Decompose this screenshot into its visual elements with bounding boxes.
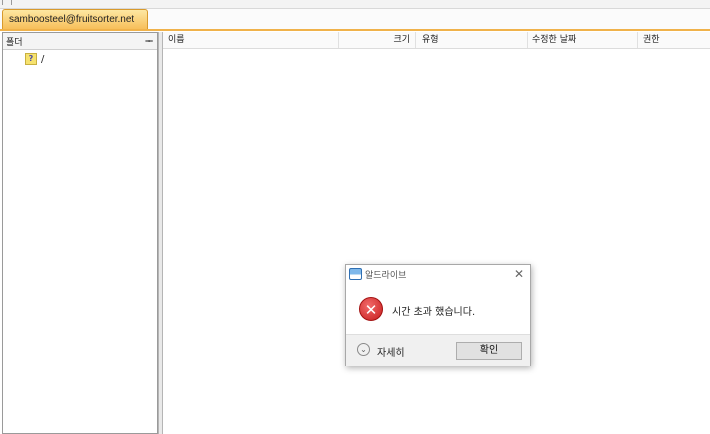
- chevron-down-icon[interactable]: ⌄: [357, 343, 370, 356]
- file-list-header: 이름 크기 유형 수정한 날짜 권한: [163, 32, 710, 49]
- window-top-strip: [0, 0, 710, 9]
- tab-account[interactable]: samboosteel@fruitsorter.net: [2, 9, 148, 29]
- dialog-message: 시간 초과 했습니다.: [392, 307, 476, 318]
- column-header-type[interactable]: 유형: [415, 32, 527, 48]
- tree-item-root[interactable]: ? /: [25, 52, 44, 66]
- column-header-permission[interactable]: 권한: [637, 32, 710, 48]
- column-header-modified[interactable]: 수정한 날짜: [527, 32, 637, 48]
- close-icon[interactable]: ✕: [514, 267, 524, 281]
- error-dialog: 알드라이브 ✕ ✕ 시간 초과 했습니다. ⌄ 자세히 확인: [345, 264, 531, 366]
- app-icon: [349, 268, 362, 280]
- dialog-footer: ⌄ 자세히 확인: [346, 334, 530, 366]
- unknown-folder-icon: ?: [25, 53, 37, 65]
- details-toggle[interactable]: 자세히: [377, 344, 405, 359]
- column-header-size[interactable]: 크기: [338, 32, 415, 48]
- pin-icon[interactable]: ᆍ: [145, 34, 153, 47]
- column-header-name[interactable]: 이름: [168, 32, 338, 48]
- folder-panel: 폴더 ᆍ ? /: [2, 32, 158, 434]
- dialog-title-bar: 알드라이브 ✕: [346, 265, 530, 284]
- tab-bar: samboosteel@fruitsorter.net: [0, 9, 710, 30]
- folder-panel-header: 폴더 ᆍ: [3, 33, 157, 50]
- file-list-panel: 이름 크기 유형 수정한 날짜 권한: [163, 32, 710, 434]
- folder-panel-title: 폴더: [6, 38, 23, 48]
- dialog-title: 알드라이브: [365, 271, 407, 281]
- window-controls-fragment: [2, 0, 12, 5]
- error-icon: ✕: [359, 297, 383, 321]
- ok-button[interactable]: 확인: [456, 342, 522, 360]
- tab-underline: [0, 29, 710, 31]
- tree-item-label: /: [41, 53, 45, 65]
